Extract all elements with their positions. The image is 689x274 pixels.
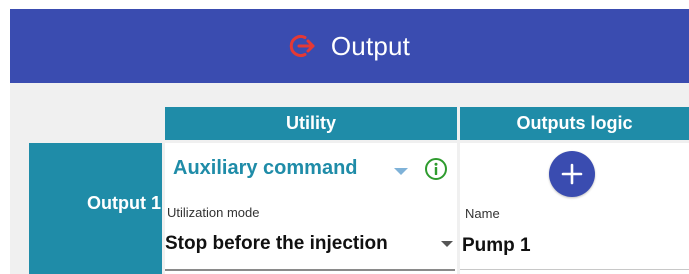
info-icon[interactable] [424, 157, 448, 181]
page-header: Output [10, 9, 689, 83]
chevron-down-icon[interactable] [394, 168, 408, 175]
column-header-outputs-logic: Outputs logic [460, 107, 689, 140]
row-header-label: Output 1 [87, 193, 161, 213]
plus-icon [561, 163, 583, 185]
name-label: Name [465, 206, 500, 221]
utilization-mode-select[interactable]: Stop before the injection [165, 233, 388, 255]
command-select[interactable]: Auxiliary command [173, 157, 358, 180]
row-header-output-1: Output 1 [29, 143, 162, 274]
utility-cell: Auxiliary command Utilization mode Stop … [165, 143, 457, 274]
page-title: Output [330, 30, 411, 61]
input-underline [460, 269, 689, 270]
add-logic-button[interactable] [549, 151, 595, 197]
select-underline [165, 269, 455, 271]
command-select-value: Auxiliary command [173, 157, 358, 179]
utilization-mode-label: Utilization mode [167, 205, 260, 220]
dropdown-arrow-icon[interactable] [441, 241, 453, 247]
logout-icon [289, 35, 315, 57]
column-header-utility: Utility [165, 107, 457, 140]
outputs-logic-cell: Name [460, 143, 689, 274]
name-input[interactable] [462, 231, 682, 261]
header-content: Output [289, 31, 410, 62]
